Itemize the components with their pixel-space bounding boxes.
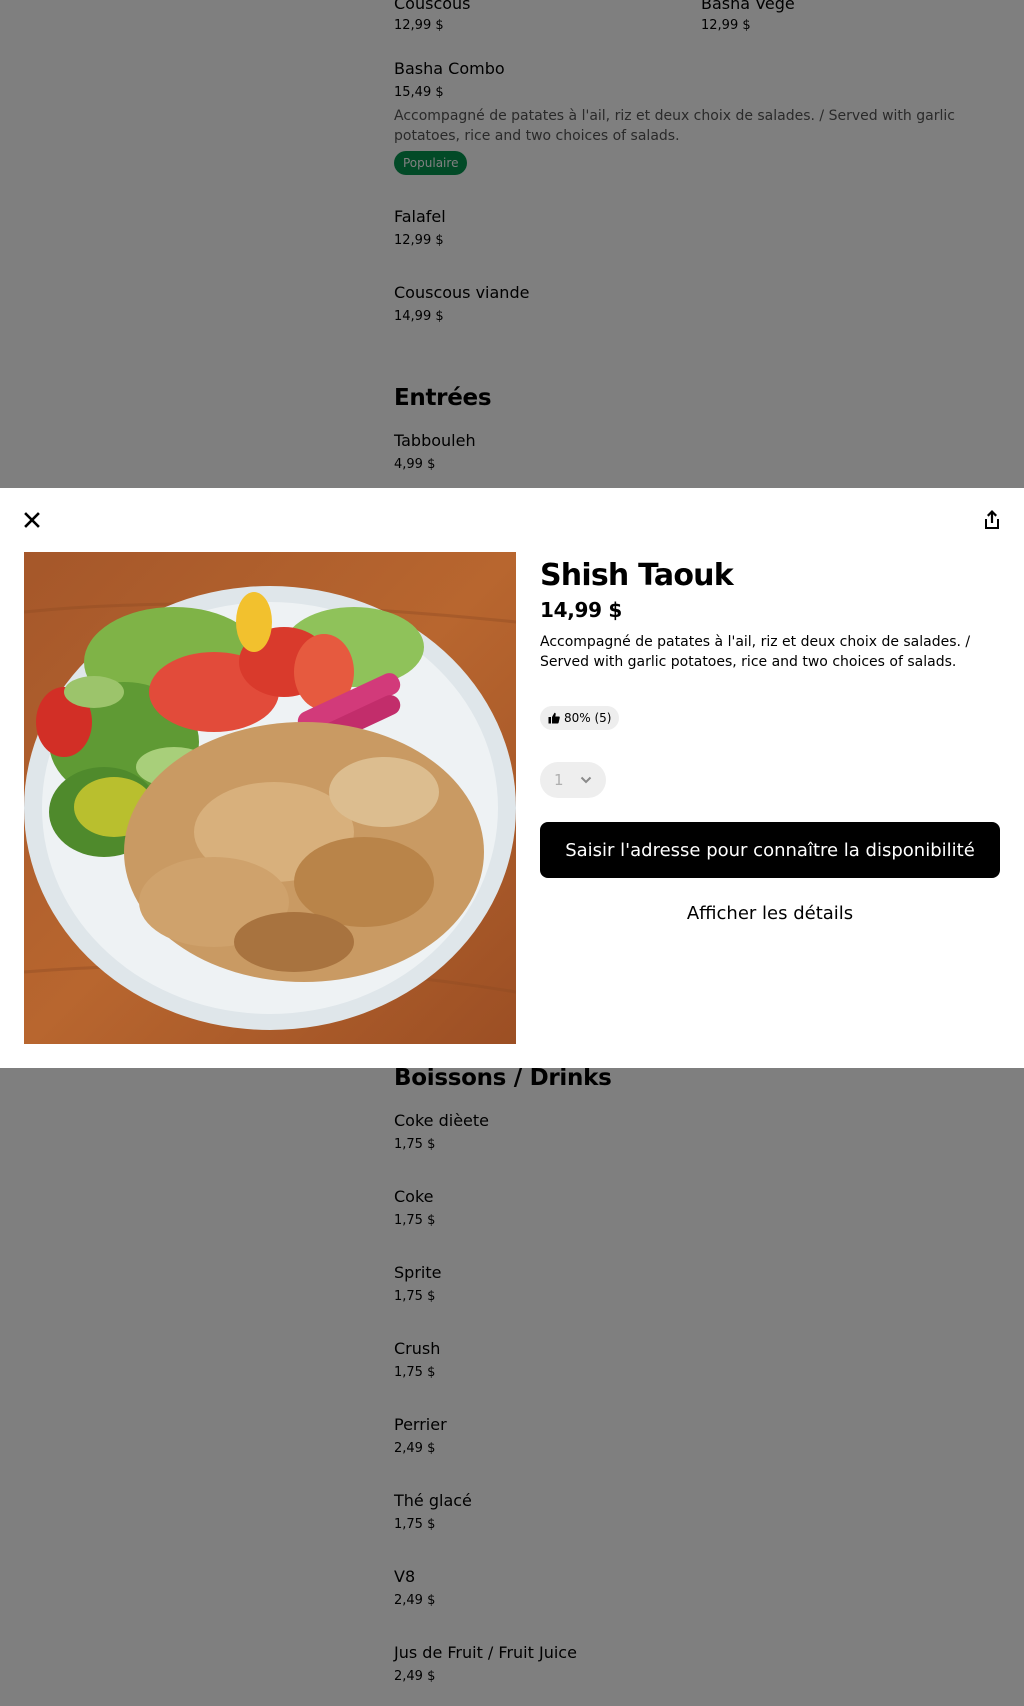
close-icon [24,512,40,528]
item-modal: Shish Taouk 14,99 $ Accompagné de patate… [0,488,1024,1068]
chevron-down-icon [580,776,592,784]
item-title: Shish Taouk [540,558,734,593]
enter-address-button[interactable]: Saisir l'adresse pour connaître la dispo… [540,822,1000,878]
rating-badge: 80% (5) [540,706,620,730]
item-price: 14,99 $ [540,598,623,622]
share-icon [985,510,999,529]
dish-photo [24,552,516,1044]
rating-text: 80% (5) [564,711,612,725]
close-button[interactable] [20,508,44,532]
item-description: Accompagné de patates à l'ail, riz et de… [540,634,971,670]
quantity-select[interactable]: 1 [540,762,606,798]
share-button[interactable] [980,507,1004,533]
view-details-button[interactable]: Afficher les détails [540,890,1000,936]
thumbs-up-icon [548,712,560,724]
quantity-value: 1 [554,771,564,789]
